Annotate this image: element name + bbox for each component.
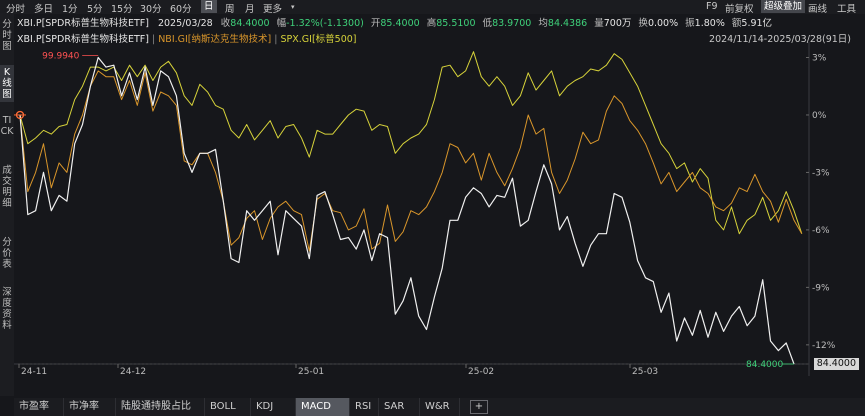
close-value: 84.4000 bbox=[230, 18, 270, 29]
toolbar-right-1[interactable]: 前复权 bbox=[725, 1, 754, 15]
last-price-tag: 84.4000 bbox=[813, 358, 859, 370]
y-tick-label: 3% bbox=[812, 53, 827, 63]
interval-9[interactable]: 月 bbox=[245, 1, 255, 15]
volume-value: 700万 bbox=[603, 18, 632, 29]
max-price-label: 99.9940 bbox=[42, 51, 79, 61]
y-tick-label: -3% bbox=[812, 168, 830, 178]
indicator-tab-5[interactable]: MACD bbox=[296, 398, 350, 416]
overlay-line-chart[interactable]: 3% 0% -3% -6% -9% -12% 24-11 24-12 25-01 25-02 25-… bbox=[14, 42, 865, 376]
sidebar-item-5[interactable]: 深度资料 bbox=[0, 285, 14, 333]
avg-label: 均 bbox=[538, 18, 548, 29]
view-sidebar: 分时图 K线图 TICK 成交明细分价表深度资料 bbox=[0, 13, 14, 396]
low-value: 83.9700 bbox=[492, 18, 532, 29]
toolbar-right-3[interactable]: 画线 bbox=[808, 1, 827, 15]
interval-6[interactable]: 60分 bbox=[170, 1, 192, 15]
sidebar-item-label: 成交明细 bbox=[2, 165, 12, 209]
sidebar-item-2[interactable]: TICK bbox=[0, 113, 14, 139]
open-label: 开 bbox=[370, 18, 381, 29]
sidebar-item-0[interactable]: 分时图 bbox=[0, 17, 14, 54]
low-label: 低 bbox=[482, 18, 493, 29]
plus-icon[interactable]: + bbox=[470, 400, 488, 414]
sidebar-item-label: TICK bbox=[0, 115, 14, 137]
interval-2[interactable]: 1分 bbox=[62, 1, 78, 15]
sidebar-item-label: 分时图 bbox=[2, 19, 12, 52]
amount-value: 5.91亿 bbox=[741, 18, 773, 29]
interval-1[interactable]: 多日 bbox=[34, 1, 53, 15]
last-price-label: 84.4000 bbox=[746, 360, 783, 370]
amount-label: 额 bbox=[731, 18, 742, 29]
chevron-down-icon[interactable]: ▾ bbox=[291, 3, 295, 11]
change-label: 幅 bbox=[276, 18, 287, 29]
change-value: -1.32%(-1.1300) bbox=[286, 18, 364, 29]
amplitude-value: 1.80% bbox=[694, 18, 725, 29]
close-label: 收 bbox=[220, 18, 231, 29]
indicator-tab-4[interactable]: KDJ bbox=[251, 398, 296, 416]
sidebar-item-label: K线图 bbox=[2, 67, 12, 100]
x-tick-label: 25-02 bbox=[468, 367, 494, 376]
interval-8[interactable]: 周 bbox=[225, 1, 235, 15]
interval-5[interactable]: 30分 bbox=[140, 1, 162, 15]
volume-label: 量 bbox=[594, 18, 604, 29]
interval-4[interactable]: 15分 bbox=[111, 1, 133, 15]
sidebar-item-label: 分价表 bbox=[2, 237, 12, 270]
quote-info-bar: XBI.P[SPDR标普生物科技ETF] 2025/03/28 收84.4000… bbox=[17, 15, 773, 29]
toolbar-right-0[interactable]: F9 bbox=[706, 1, 718, 12]
security-name: XBI.P[SPDR标普生物科技ETF] bbox=[17, 18, 149, 29]
indicator-tab-7[interactable]: SAR bbox=[379, 398, 420, 416]
high-value: 85.5100 bbox=[436, 18, 476, 29]
indicator-tab-1[interactable]: 市净率 bbox=[64, 398, 116, 416]
sidebar-item-3[interactable]: 成交明细 bbox=[0, 163, 14, 211]
series-line-xbi bbox=[19, 56, 795, 365]
x-tick-label: 25-03 bbox=[632, 367, 658, 376]
indicator-tab-8[interactable]: W&R bbox=[420, 398, 460, 416]
sidebar-item-4[interactable]: 分价表 bbox=[0, 235, 14, 272]
series-line-spx bbox=[19, 51, 803, 235]
indicator-tabs: 市盈率 市净率 陆股通持股占比 BOLL KDJ MACD RSI SAR W&R + bbox=[14, 398, 865, 416]
x-tick-label: 24-11 bbox=[21, 367, 47, 376]
avg-value: 84.4386 bbox=[547, 18, 588, 29]
quote-date: 2025/03/28 bbox=[157, 18, 213, 29]
turnover-label: 换 bbox=[638, 18, 648, 29]
x-tick-label: 24-12 bbox=[120, 367, 146, 376]
indicator-tab-0[interactable]: 市盈率 bbox=[14, 398, 64, 416]
toolbar-right-2[interactable]: 超级叠加 bbox=[761, 0, 806, 13]
interval-10[interactable]: 更多 bbox=[263, 1, 282, 15]
indicator-tab-2[interactable]: 陆股通持股占比 bbox=[116, 398, 205, 416]
high-label: 高 bbox=[426, 18, 437, 29]
amplitude-label: 振 bbox=[685, 18, 695, 29]
interval-3[interactable]: 5分 bbox=[87, 1, 103, 15]
interval-7[interactable]: 日 bbox=[201, 0, 217, 13]
x-tick-label: 25-01 bbox=[298, 367, 324, 376]
y-tick-label: -6% bbox=[812, 226, 830, 236]
sidebar-item-label: 深度资料 bbox=[2, 287, 12, 331]
open-value: 85.4000 bbox=[380, 18, 420, 29]
interval-toolbar: 分时 多日 1分 5分 15分 30分 60分日周月更多 ▾ F9 前复权 超级叠加 画线 工具 bbox=[0, 0, 865, 15]
y-tick-label: -9% bbox=[812, 283, 830, 293]
toolbar-right-4[interactable]: 工具 bbox=[837, 1, 856, 15]
indicator-tab-3[interactable]: BOLL bbox=[205, 398, 251, 416]
y-tick-label: -12% bbox=[812, 341, 836, 351]
indicator-tab-6[interactable]: RSI bbox=[350, 398, 379, 416]
sidebar-item-1[interactable]: K线图 bbox=[0, 65, 14, 102]
y-tick-label: 0% bbox=[812, 111, 827, 121]
turnover-value: 0.00% bbox=[647, 18, 679, 29]
